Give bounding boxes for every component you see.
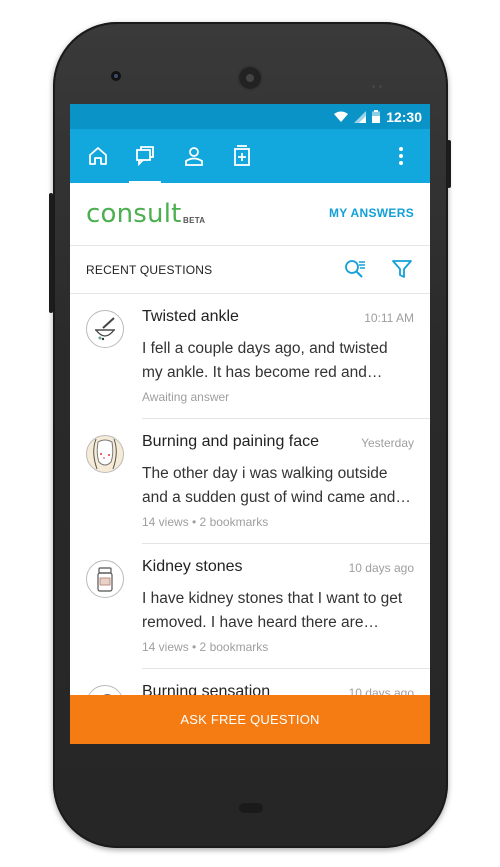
question-preview: I have kidney stones that I want to get r… (142, 587, 420, 635)
preview-line: The other day i was walking outside (142, 465, 388, 482)
health-record-icon[interactable] (231, 145, 253, 167)
battery-icon (372, 110, 381, 123)
question-meta: Awaiting answer (142, 390, 230, 404)
question-item[interactable]: Twisted ankle 10:11 AM I fell a couple d… (70, 294, 430, 419)
question-preview: I fell a couple days ago, and twisted my … (142, 337, 420, 385)
face-icon (86, 435, 124, 473)
question-title: Burning and paining face (142, 433, 320, 450)
mortar-pestle-icon (86, 310, 124, 348)
preview-line: I have kidney stones that I want to get (142, 590, 403, 607)
proximity-sensors (372, 75, 390, 88)
pill-bottle-icon (86, 560, 124, 598)
question-title: Twisted ankle (142, 308, 239, 325)
recent-questions-bar: RECENT QUESTIONS (70, 246, 430, 294)
status-time: 12:30 (386, 108, 422, 125)
volume-button (49, 193, 53, 313)
app-bar (70, 129, 430, 183)
app-screen: 12:30 consult BETA MY ANSWERS RECENT QUE… (70, 104, 430, 744)
question-item[interactable]: Burning and paining face Yesterday The o… (70, 419, 430, 544)
wifi-icon (334, 111, 349, 122)
brand-title: consult (86, 199, 182, 229)
home-icon[interactable] (87, 145, 109, 167)
question-title: Kidney stones (142, 558, 243, 575)
ask-free-question-button[interactable]: ASK FREE QUESTION (70, 695, 430, 744)
question-meta: 14 views • 2 bookmarks (142, 640, 269, 654)
consult-chat-icon[interactable] (134, 145, 156, 167)
signal-icon (354, 110, 367, 123)
preview-line: removed. I have heard there are… (142, 614, 379, 631)
filter-icon[interactable] (391, 258, 413, 280)
question-time: 10:11 AM (364, 311, 414, 325)
power-button (447, 140, 451, 188)
question-preview: The other day i was walking outside and a… (142, 462, 420, 510)
status-bar: 12:30 (70, 104, 430, 129)
more-vert-icon[interactable] (390, 145, 412, 167)
question-meta: 14 views • 2 bookmarks (142, 515, 269, 529)
preview-line: my ankle. It has become red and… (142, 364, 383, 381)
search-list-icon[interactable] (343, 258, 367, 280)
beta-badge: BETA (183, 216, 206, 225)
earpiece-speaker (239, 67, 261, 89)
question-item[interactable]: Kidney stones 10 days ago I have kidney … (70, 544, 430, 669)
bottom-speaker (239, 803, 263, 813)
my-answers-link[interactable]: MY ANSWERS (329, 206, 414, 220)
preview-line: I fell a couple days ago, and twisted (142, 340, 388, 357)
profile-icon[interactable] (183, 145, 205, 167)
question-time: 10 days ago (348, 561, 414, 575)
front-camera (111, 71, 121, 81)
question-time: Yesterday (361, 436, 414, 450)
preview-line: and a sudden gust of wind came and… (142, 489, 411, 506)
page-header: consult BETA MY ANSWERS (70, 183, 430, 246)
recent-questions-label: RECENT QUESTIONS (86, 263, 213, 277)
